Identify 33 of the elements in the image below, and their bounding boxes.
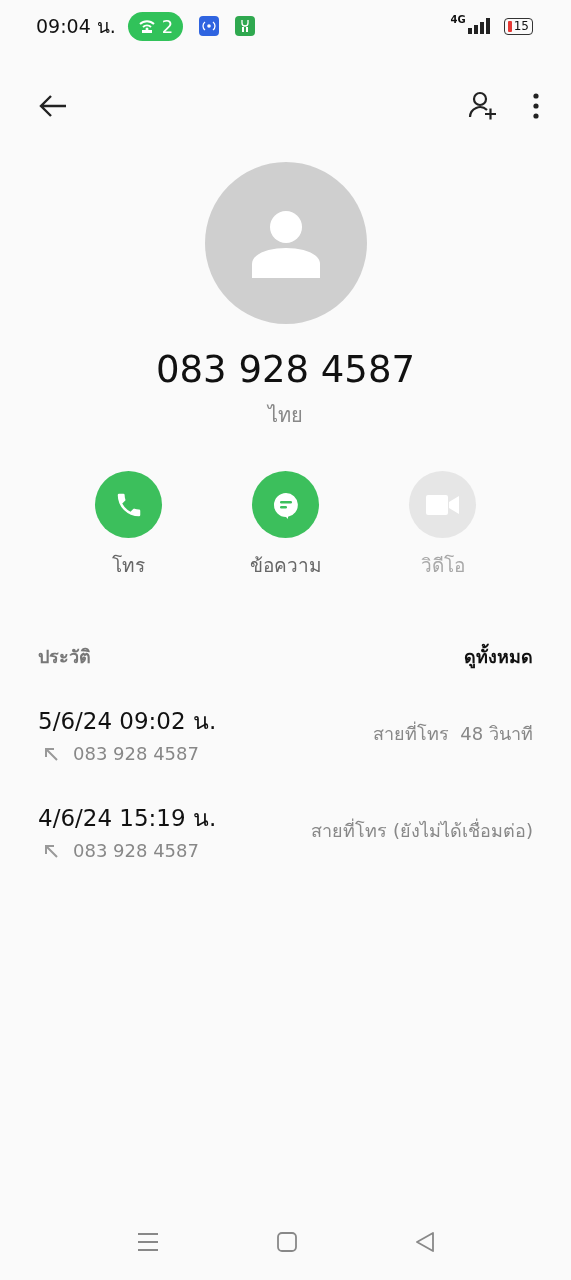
history-heading: ประวัติ	[38, 645, 91, 669]
action-label: วิดีโอ	[420, 553, 465, 578]
broadcast-icon	[199, 16, 220, 36]
call-number: 083 928 4587	[73, 743, 199, 764]
hotspot-badge: 2	[127, 11, 184, 41]
app-icon	[235, 16, 256, 36]
signal-icon	[467, 18, 490, 34]
call-detail: สายที่โทร 48 วินาที	[372, 720, 533, 746]
contact-region: ไทย	[268, 402, 303, 429]
action-label: โทร	[112, 553, 145, 578]
outgoing-call-icon	[43, 842, 59, 859]
person-icon	[250, 208, 321, 278]
battery-indicator: 15	[503, 17, 533, 35]
back-arrow-icon	[38, 94, 68, 118]
action-label: ข้อความ	[249, 553, 322, 578]
hotspot-icon	[137, 18, 156, 34]
view-all-link[interactable]: ดูทั้งหมด	[464, 642, 533, 671]
call-number: 083 928 4587	[73, 840, 199, 861]
triangle-icon	[414, 1232, 435, 1252]
call-datetime: 5/6/24 09:02 น.	[38, 707, 217, 736]
video-camera-icon	[425, 492, 460, 517]
more-icon	[533, 93, 539, 119]
add-person-icon	[467, 90, 499, 122]
call-log-entry[interactable]: 5/6/24 09:02 น. 083 928 4587 สายที่โทร 48 วินาที	[0, 703, 571, 764]
contact-number: 083 928 4587	[156, 348, 415, 391]
outgoing-call-icon	[43, 745, 59, 762]
square-icon	[276, 1232, 297, 1252]
call-datetime: 4/6/24 15:19 น.	[38, 804, 217, 833]
call-detail: สายที่โทร (ยังไม่ได้เชื่อมต่อ)	[311, 817, 533, 843]
status-time: 09:04 น.	[36, 14, 116, 39]
menu-icon	[136, 1232, 159, 1252]
call-log-entry[interactable]: 4/6/24 15:19 น. 083 928 4587 สายที่โทร (ยังไม่ได้เชื่อมต่อ)	[0, 800, 571, 861]
network-type: 4G	[450, 14, 466, 25]
